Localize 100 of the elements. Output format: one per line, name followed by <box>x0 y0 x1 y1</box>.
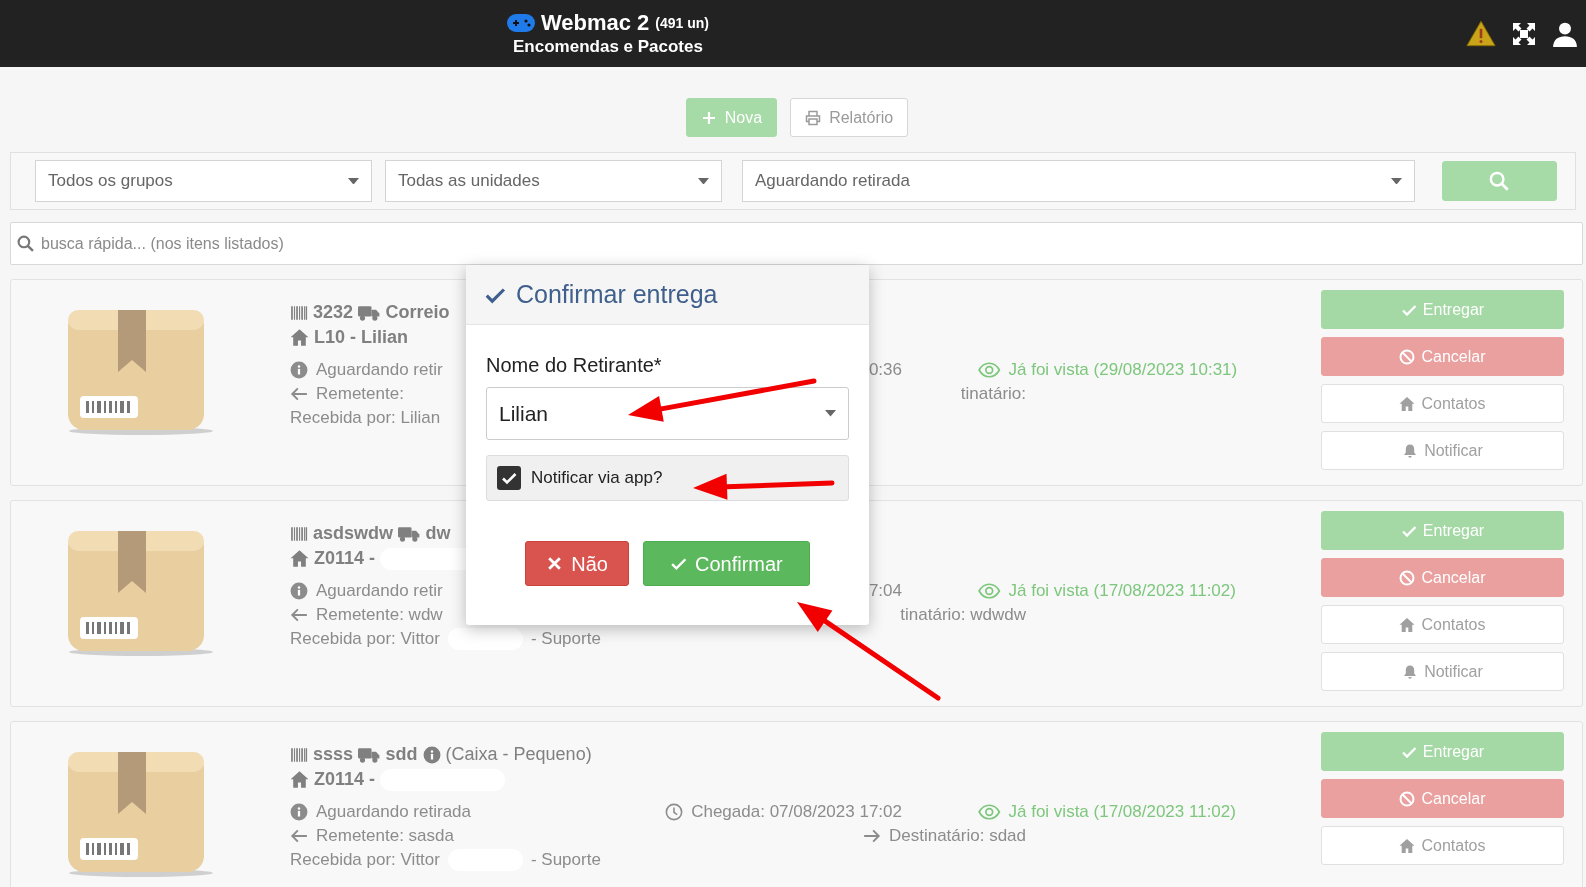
text: Remetente: wdw <box>316 604 443 626</box>
bell-icon <box>1402 442 1419 459</box>
text: Aguardando retir <box>316 359 443 381</box>
checkbox[interactable] <box>497 466 521 490</box>
deliver-button[interactable]: Entregar <box>1321 511 1564 550</box>
barcode-icon <box>290 524 308 543</box>
package-code: ssss <box>313 743 354 766</box>
checkbox-label: Notificar via app? <box>531 467 663 490</box>
deliver-button[interactable]: Entregar <box>1321 290 1564 329</box>
text: Remetente: <box>316 383 404 405</box>
barcode-icon <box>290 745 308 764</box>
ban-icon <box>1399 790 1416 807</box>
cancel-button[interactable]: Cancelar <box>1321 337 1564 376</box>
text: - Suporte <box>530 849 601 871</box>
text: Chegada: 07/08/2023 17:02 <box>691 801 902 823</box>
truck-icon <box>398 524 421 543</box>
name-dropdown[interactable]: Lilian <box>486 387 849 440</box>
package-code: 3232 <box>313 301 354 324</box>
text: 0:36 <box>868 359 902 381</box>
filter-dropdown[interactable]: Todos os grupos <box>35 160 372 202</box>
text: - Suporte <box>530 628 601 650</box>
no-button[interactable]: Não <box>525 541 629 586</box>
arrow-left-icon <box>290 827 308 845</box>
gamepad-icon <box>506 13 535 32</box>
confirm-button[interactable]: Confirmar <box>642 541 810 586</box>
house-icon <box>290 328 309 347</box>
field-label: Nome do Retirante* <box>486 353 662 377</box>
caret-icon <box>825 410 836 417</box>
package-code: asdswdw <box>313 522 394 545</box>
expand-icon[interactable] <box>1512 21 1536 46</box>
text: 7:04 <box>868 580 902 602</box>
text: Remetente: sasda <box>316 825 454 847</box>
text: Aguardando retirada <box>316 801 471 823</box>
caret-icon <box>347 177 359 185</box>
arrow-left-icon <box>290 606 308 624</box>
plus-icon <box>700 109 717 126</box>
text: Já foi vista (29/08/2023 10:31) <box>1008 359 1238 381</box>
text: Aguardando retir <box>316 580 443 602</box>
bell-icon <box>1402 663 1419 680</box>
text: Já foi vista (17/08/2023 11:02) <box>1008 801 1236 823</box>
ban-icon <box>1399 348 1416 365</box>
printer-icon <box>805 109 822 126</box>
quick-search-field[interactable]: busca rápida... (nos itens listados) <box>10 222 1583 265</box>
app-title: Webmac 2 <box>540 9 650 36</box>
text: Recebida por: Vittor <box>290 849 440 871</box>
text: tinatário: <box>960 383 1026 405</box>
search-icon <box>1489 171 1510 191</box>
text: tinatário: wdwdw <box>900 604 1026 626</box>
contacts-button[interactable]: Contatos <box>1321 384 1564 423</box>
house-icon <box>1399 837 1416 854</box>
unit-name: L10 - Lilian <box>314 326 409 349</box>
info-icon <box>290 361 308 379</box>
package-type: (Caixa - Pequeno) <box>445 743 592 766</box>
page-subtitle: Encomendas e Pacotes <box>513 35 703 58</box>
unit-name: Z0114 - <box>314 547 376 570</box>
search-icon <box>17 235 34 252</box>
contacts-button[interactable]: Contatos <box>1321 605 1564 644</box>
truck-icon <box>358 303 381 322</box>
eye-icon <box>978 582 1001 600</box>
filter-dropdown[interactable]: Aguardando retirada <box>741 160 1415 202</box>
info-icon <box>422 745 441 764</box>
barcode-icon <box>290 303 308 322</box>
carrier-name: dw <box>425 522 451 545</box>
clock-icon <box>665 803 684 821</box>
report-button[interactable]: Relatório <box>790 98 909 137</box>
carrier-name: sdd <box>385 743 418 766</box>
caret-icon <box>1390 177 1402 185</box>
truck-icon <box>358 745 381 764</box>
house-icon <box>290 549 309 568</box>
carrier-name: Correio <box>385 301 450 324</box>
dialog-title: Confirmar entrega <box>516 278 718 310</box>
text: Recebida por: Lilian <box>290 407 441 429</box>
deliver-button[interactable]: Entregar <box>1321 732 1564 771</box>
house-icon <box>1399 395 1416 412</box>
check-icon <box>669 555 687 572</box>
house-icon <box>1399 616 1416 633</box>
house-icon <box>290 770 309 789</box>
notify-button[interactable]: Notificar <box>1321 431 1564 470</box>
check-icon <box>501 470 517 486</box>
caret-icon <box>697 177 709 185</box>
arrow-left-icon <box>290 385 308 403</box>
eye-icon <box>978 803 1001 821</box>
info-icon <box>290 803 308 821</box>
cancel-button[interactable]: Cancelar <box>1321 779 1564 818</box>
text: Recebida por: Vittor <box>290 628 440 650</box>
cancel-button[interactable]: Cancelar <box>1321 558 1564 597</box>
warning-icon[interactable] <box>1466 20 1496 47</box>
text: Já foi vista (17/08/2023 11:02) <box>1008 580 1236 602</box>
contacts-button[interactable]: Contatos <box>1321 826 1564 865</box>
unit-count: (491 un) <box>655 13 710 33</box>
notify-button[interactable]: Notificar <box>1321 652 1564 691</box>
eye-icon <box>978 361 1001 379</box>
text: Destinatário: sdad <box>888 825 1026 847</box>
user-icon[interactable] <box>1552 20 1578 47</box>
ban-icon <box>1399 569 1416 586</box>
unit-name: Z0114 - <box>314 768 376 791</box>
arrow-right-icon <box>862 827 881 845</box>
filter-dropdown[interactable]: Todas as unidades <box>384 160 722 202</box>
new-button[interactable]: Nova <box>685 98 778 137</box>
info-icon <box>290 582 308 600</box>
